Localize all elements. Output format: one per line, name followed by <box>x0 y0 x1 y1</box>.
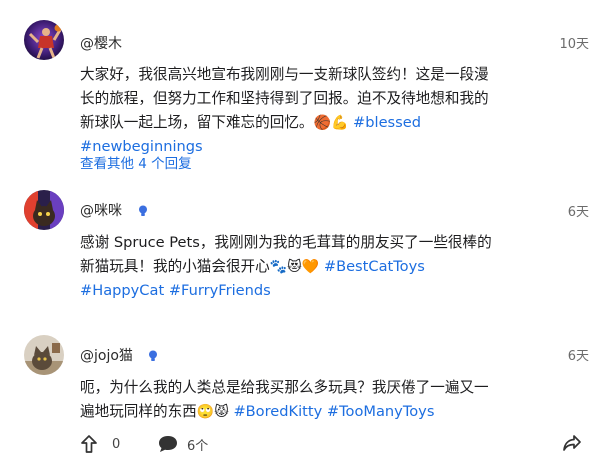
avatar-mimi[interactable] <box>24 190 64 230</box>
post-username[interactable]: @咪咪 <box>80 202 122 220</box>
post-timestamp: 6天 <box>567 205 589 220</box>
speech-bubble-icon[interactable] <box>157 434 179 454</box>
avatar-sakuragi[interactable] <box>24 20 64 60</box>
post-body: 大家好，我很高兴地宣布我刚刚与一支新球队签约！这是一段漫长的旅程，但努力工作和坚… <box>80 63 500 159</box>
view-more-replies-link[interactable]: 查看其他 4 个回复 <box>80 155 192 173</box>
comment-button[interactable]: 6个 <box>157 434 208 454</box>
avatar-jojo-cat[interactable] <box>24 335 64 375</box>
post-timestamp: 10天 <box>559 37 589 52</box>
post-timestamp: 6天 <box>567 349 589 364</box>
post-emoji: 🙄😾 <box>196 404 229 420</box>
post-body: 感谢 Spruce Pets，我刚刚为我的毛茸茸的朋友买了一些很棒的新猫玩具！我… <box>80 231 500 303</box>
share-arrow-icon[interactable] <box>562 434 582 452</box>
hashtag-link[interactable]: #newbeginnings <box>80 138 203 155</box>
upvote-control[interactable]: 0 <box>80 434 120 454</box>
bulb-badge-icon <box>139 205 147 216</box>
comment-feed: @樱木 10天 大家好，我很高兴地宣布我刚刚与一支新球队签约！这是一段漫长的旅程… <box>0 0 611 476</box>
post-emoji: 🐾😻🧡 <box>269 259 320 275</box>
hashtag-link[interactable]: #BestCatToys <box>324 258 425 275</box>
comment-count: 6个 <box>187 438 209 454</box>
hashtag-link[interactable]: #FurryFriends <box>169 282 271 299</box>
hashtag-link[interactable]: #blessed <box>353 114 421 131</box>
post-text: 大家好，我很高兴地宣布我刚刚与一支新球队签约！这是一段漫长的旅程，但努力工作和坚… <box>80 66 489 131</box>
post-username[interactable]: @樱木 <box>80 35 122 53</box>
hashtag-link[interactable]: #TooManyToys <box>327 403 435 420</box>
bulb-badge-icon <box>149 350 157 361</box>
share-button[interactable] <box>562 434 582 452</box>
vote-count: 0 <box>112 436 121 452</box>
hashtag-link[interactable]: #HappyCat <box>80 282 164 299</box>
post-emoji: 🏀💪 <box>313 115 349 131</box>
post-username[interactable]: @jojo猫 <box>80 347 133 365</box>
hashtag-link[interactable]: #BoredKitty <box>233 403 322 420</box>
post-body: 呃，为什么我的人类总是给我买那么多玩具？我厌倦了一遍又一遍地玩同样的东西🙄😾 #… <box>80 376 500 424</box>
arrow-up-icon[interactable] <box>80 434 98 454</box>
